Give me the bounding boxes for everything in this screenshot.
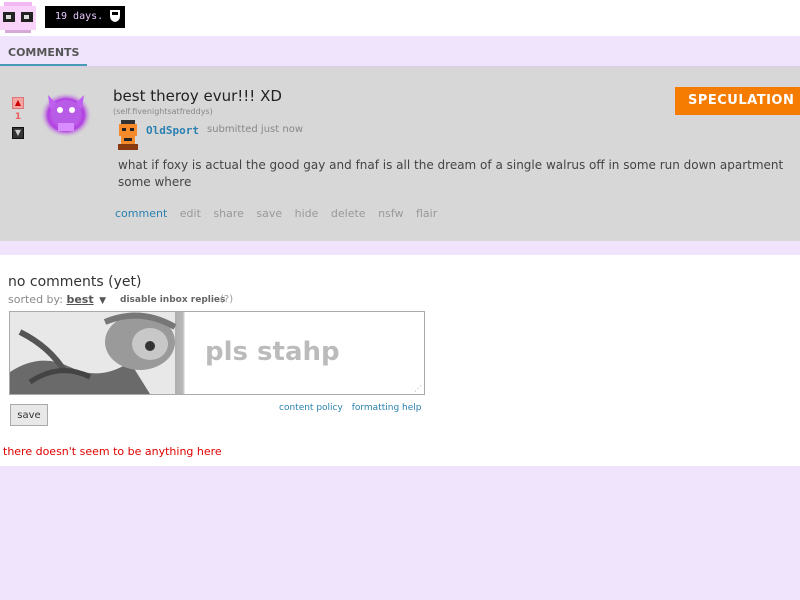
save-button[interactable]: save xyxy=(10,404,48,426)
content-policy-link[interactable]: content policy xyxy=(279,403,343,413)
empty-comments-message: there doesn't seem to be anything here xyxy=(3,445,222,458)
policy-links: content policy formatting help xyxy=(279,403,428,413)
sort-dropdown[interactable]: best xyxy=(66,293,93,306)
comment-textarea[interactable]: pls stahp ⋰ xyxy=(9,311,425,395)
author-avatar xyxy=(118,120,138,150)
post-thumbnail[interactable] xyxy=(38,89,94,139)
tab-bar: COMMENTS xyxy=(0,36,800,67)
post-domain[interactable]: (self.fivenightsatfreddys) xyxy=(113,107,213,116)
flair-badge: SPECULATION xyxy=(675,87,800,115)
sort-label: sorted by: xyxy=(8,293,63,306)
resize-grip-icon[interactable]: ⋰ xyxy=(414,384,422,393)
formatting-help-link[interactable]: formatting help xyxy=(352,403,422,413)
save-link[interactable]: save xyxy=(256,207,282,220)
post-actions: comment edit share save hide delete nsfw… xyxy=(115,207,446,220)
site-header: 19 days. xyxy=(0,0,800,36)
countdown-text: 19 days. xyxy=(55,11,104,22)
share-link[interactable]: share xyxy=(213,207,244,220)
countdown-banner: 19 days. xyxy=(45,6,125,28)
post: ▲ 1 ▼ best theroy evur!!! XD (self.fiven… xyxy=(0,67,800,241)
comment-link[interactable]: comment xyxy=(115,207,167,220)
textarea-background-art xyxy=(10,312,185,394)
downvote-button[interactable]: ▼ xyxy=(12,127,24,139)
post-title[interactable]: best theroy evur!!! XD xyxy=(113,87,282,105)
upvote-button[interactable]: ▲ xyxy=(12,97,24,109)
comments-area: no comments (yet) sorted by: best ▼ disa… xyxy=(0,255,800,466)
disable-inbox-replies-checkbox[interactable]: disable inbox replies xyxy=(120,295,225,305)
flair-link[interactable]: flair xyxy=(416,207,437,220)
textarea-placeholder: pls stahp xyxy=(205,337,340,367)
delete-link[interactable]: delete xyxy=(331,207,366,220)
hide-link[interactable]: hide xyxy=(295,207,319,220)
post-selftext: what if foxy is actual the good gay and … xyxy=(118,158,784,189)
post-score: 1 xyxy=(14,112,22,122)
subreddit-logo[interactable] xyxy=(0,2,36,36)
shield-icon xyxy=(110,10,120,22)
nsfw-link[interactable]: nsfw xyxy=(378,207,403,220)
tab-comments[interactable]: COMMENTS xyxy=(0,36,88,66)
comments-heading: no comments (yet) xyxy=(8,274,142,290)
help-link[interactable]: (?) xyxy=(220,294,233,305)
chevron-down-icon[interactable]: ▼ xyxy=(99,296,106,306)
edit-link[interactable]: edit xyxy=(180,207,201,220)
post-author[interactable]: OldSport xyxy=(146,124,199,137)
section-divider xyxy=(0,241,800,255)
post-submitted: submitted just now xyxy=(207,124,303,135)
sort-control: sorted by: best ▼ xyxy=(8,293,106,306)
